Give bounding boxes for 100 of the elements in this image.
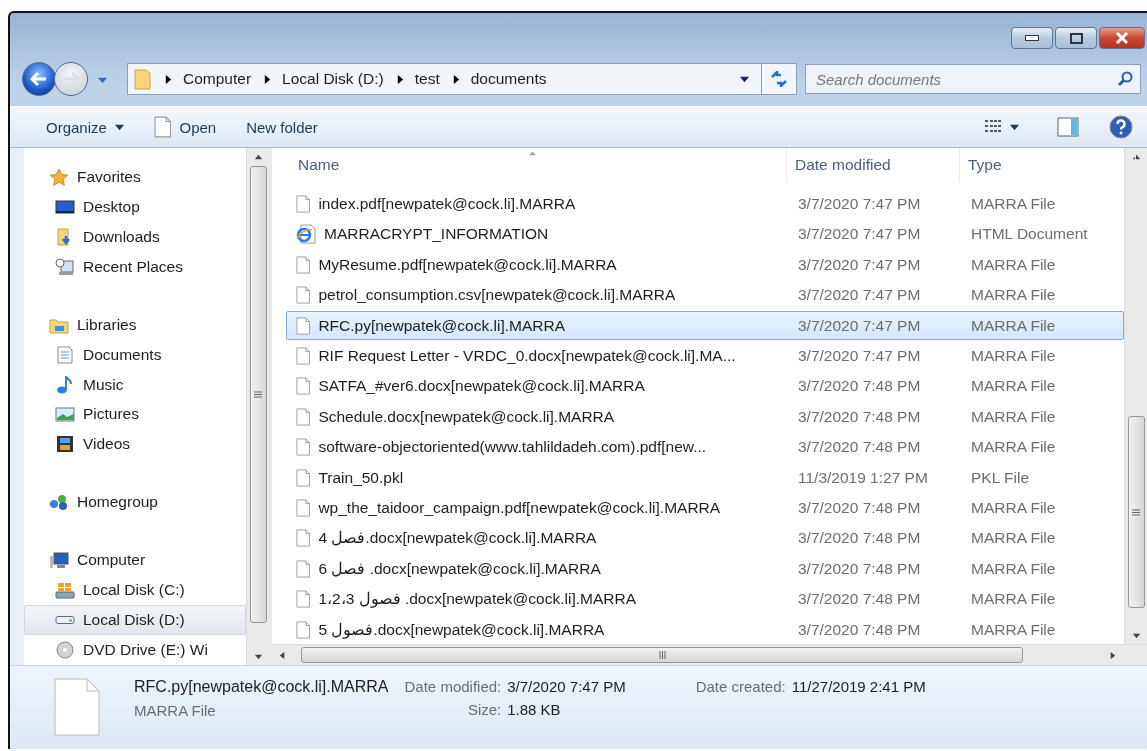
breadcrumb-item[interactable]: Local Disk (D:) (282, 70, 384, 88)
date-cell-text: 3/7/2020 7:47 PM (797, 194, 922, 213)
date-cell-text: 3/7/2020 7:48 PM (797, 559, 922, 578)
type-cell-text: MARRA File (970, 255, 1057, 274)
document-icon (296, 529, 311, 548)
type-cell-text: MARRA File (970, 499, 1057, 518)
nav-item[interactable]: Documents (24, 339, 246, 370)
document-icon (296, 438, 311, 457)
file-row[interactable]: petrol_consumption.csv[newpatek@cock.li].MARRA 3/7/2020 7:47 PM MARRA File (286, 280, 1124, 310)
file-name: index.pdf[newpatek@cock.li].MARRA (318, 194, 576, 213)
file-name: فصول 1،2،3 .docx[newpatek@cock.li].MARRA (318, 590, 636, 609)
minimize-icon (1025, 35, 1039, 41)
file-row[interactable]: RIF Request Letter - VRDC_0.docx[newpatek@cock.li].MA... 3/7/2020 7:47 PM MARRA File (286, 341, 1124, 371)
document-icon (296, 407, 311, 426)
document-icon (296, 255, 311, 274)
type-cell-text: MARRA File (970, 194, 1057, 213)
search-field[interactable]: Search documents (805, 64, 1141, 94)
film-icon (55, 435, 75, 454)
chevron-icon (263, 74, 273, 84)
date-cell-text: 3/7/2020 7:47 PM (797, 316, 922, 335)
sort-arrow-icon (528, 149, 538, 158)
date-cell-text: 3/7/2020 7:48 PM (797, 377, 922, 396)
type-cell-text: MARRA File (970, 559, 1057, 578)
type-cell-text: HTML Document (970, 225, 1089, 244)
address-field[interactable]: Computer Local Disk (D:) test documents (127, 63, 797, 95)
maximize-icon (1069, 32, 1083, 44)
document-icon (55, 345, 75, 364)
maximize-button[interactable] (1055, 27, 1097, 49)
scrollbar[interactable] (272, 644, 1147, 665)
nav-item[interactable]: DVD Drive (E:) Wi (24, 635, 246, 665)
file-name: RIF Request Letter - VRDC_0.docx[newpatek@cock.li].MA... (318, 346, 736, 365)
menu-button[interactable]: Organize (46, 114, 124, 140)
file-name: RFC.py[newpatek@cock.li].MARRA (318, 316, 565, 335)
document-icon (296, 559, 311, 578)
file-name: فصل 6 .docx[newpatek@cock.li].MARRA (318, 559, 601, 578)
nav-item[interactable]: Music (24, 369, 246, 400)
file-name: software-objectoriented(www.tahlildadeh.com).pdf[new... (318, 438, 707, 457)
nav-item[interactable]: Desktop (24, 191, 246, 222)
file-row[interactable]: MyResume.pdf[newpatek@cock.li].MARRA 3/7/2020 7:47 PM MARRA File (286, 250, 1124, 279)
right-arrow-icon (1108, 650, 1117, 660)
nav-item[interactable]: Favorites (24, 162, 246, 192)
file-row[interactable]: index.pdf[newpatek@cock.li].MARRA 3/7/2020 7:47 PM MARRA File (286, 189, 1124, 219)
file-row[interactable]: Schedule.docx[newpatek@cock.li].MARRA 3/7/2020 7:48 PM MARRA File (286, 402, 1124, 431)
column-header[interactable]: Date modified (787, 148, 960, 182)
nav-item[interactable]: Computer (24, 545, 246, 576)
nav-item[interactable]: Local Disk (D:) (24, 605, 246, 635)
file-name: wp_the_taidoor_campaign.pdf[newpatek@cock.li].MARRA (318, 499, 721, 518)
document-icon (296, 590, 311, 609)
file-name: SATFA_#ver6.docx[newpatek@cock.li].MARRA (318, 377, 645, 396)
drive-icon (55, 616, 75, 625)
breadcrumb-item[interactable]: test (414, 70, 440, 88)
refresh-icon[interactable] (769, 71, 789, 87)
close-icon (1115, 32, 1129, 44)
toolbar-button[interactable]: New folder (246, 114, 318, 140)
document-icon (296, 620, 311, 639)
search-icon (1117, 71, 1133, 87)
toolbar-button[interactable]: Open (153, 112, 217, 142)
up-arrow-icon (253, 152, 263, 162)
nav-item[interactable]: Libraries (24, 309, 246, 340)
date-cell-text: 3/7/2020 7:48 PM (797, 590, 922, 609)
nav-item[interactable]: Downloads (24, 221, 246, 252)
file-name: RFC.py[newpatek@cock.li].MARRA (134, 678, 389, 696)
scrollbar[interactable] (246, 148, 269, 665)
nav-item[interactable]: Videos (24, 429, 246, 460)
breadcrumb-item[interactable]: documents (470, 70, 547, 88)
file-row[interactable]: SATFA_#ver6.docx[newpatek@cock.li].MARRA 3/7/2020 7:48 PM MARRA File (286, 372, 1124, 401)
forward-button[interactable] (54, 62, 88, 96)
type-cell-text: MARRA File (970, 529, 1057, 548)
help-icon (1109, 115, 1133, 139)
close-button[interactable] (1099, 27, 1145, 49)
file-row[interactable]: MARRACRYPT_INFORMATION 3/7/2020 7:47 PM HTML Document (286, 220, 1124, 249)
disc-icon (55, 640, 75, 659)
back-button[interactable] (22, 62, 56, 96)
minimize-button[interactable] (1011, 27, 1053, 49)
music-note-icon (55, 375, 75, 394)
file-row[interactable]: RFC.py[newpatek@cock.li].MARRA 3/7/2020 7:47 PM MARRA File (286, 311, 1124, 340)
nav-item[interactable]: Pictures (24, 399, 246, 430)
scrollbar[interactable] (1124, 148, 1147, 644)
caret-icon (114, 122, 124, 132)
file-row[interactable]: software-objectoriented(www.tahlildadeh.com).pdf[new... 3/7/2020 7:48 PM MARRA File (286, 433, 1124, 462)
date-cell-text: 3/7/2020 7:48 PM (797, 407, 922, 426)
document-icon (296, 316, 311, 335)
date-cell-text: 11/3/2019 1:27 PM (797, 468, 929, 487)
nav-item[interactable]: Homegroup (24, 487, 246, 518)
nav-item[interactable]: Recent Places (24, 251, 246, 282)
nav-item[interactable]: Local Disk (C:) (24, 575, 246, 606)
column-header[interactable]: Name (290, 148, 787, 182)
file-name: فصول 5.docx[newpatek@cock.li].MARRA (318, 620, 605, 639)
document-icon (296, 346, 311, 365)
chevron-icon (395, 74, 405, 84)
file-row[interactable]: wp_the_taidoor_campaign.pdf[newpatek@cock.li].MARRA 3/7/2020 7:48 PM MARRA File (286, 493, 1124, 523)
property-value: 3/7/2020 7:47 PM (507, 678, 626, 695)
file-name: MyResume.pdf[newpatek@cock.li].MARRA (318, 255, 617, 274)
document-icon (296, 377, 311, 396)
type-cell-text: MARRA File (970, 286, 1057, 305)
breadcrumb-item[interactable]: Computer (183, 70, 252, 88)
file-row[interactable]: Train_50.pkl 11/3/2019 1:27 PM PKL File (286, 463, 1124, 492)
type-cell-text: MARRA File (970, 316, 1057, 335)
file-type: MARRA File (134, 702, 217, 719)
date-cell-text: 3/7/2020 7:48 PM (797, 620, 922, 639)
